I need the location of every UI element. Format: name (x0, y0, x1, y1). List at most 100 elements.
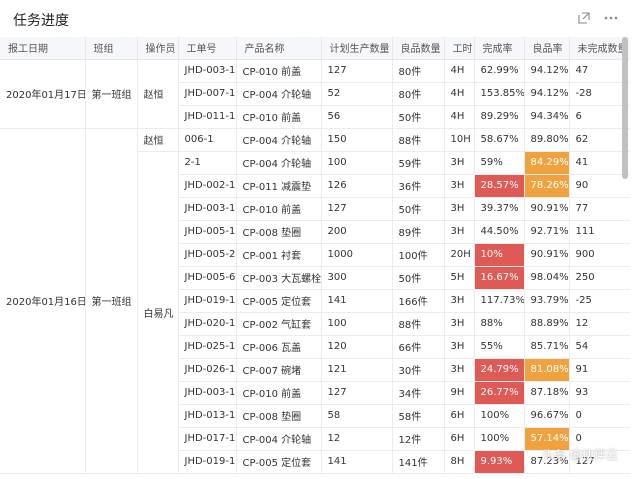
cell-product-name: CP-010 前盖 (236, 381, 322, 405)
cell-operator: 白易凡 (137, 151, 179, 474)
cell-hours: 8H (444, 450, 475, 474)
more-icon[interactable] (602, 9, 620, 27)
cell-hours: 6H (444, 427, 475, 451)
cell-product-name: CP-010 前盖 (236, 197, 322, 221)
cell-product-name: CP-004 介轮轴 (236, 128, 322, 152)
cell-completion-rate: 10% (474, 243, 525, 267)
cell-product-name: CP-010 前盖 (236, 105, 322, 129)
cell-remaining-qty: 93 (569, 381, 630, 405)
column-header-operator[interactable]: 操作员 (137, 37, 179, 60)
column-header-remaining-qty[interactable]: 未完成数量 (569, 37, 630, 60)
cell-hours: 4H (444, 105, 475, 129)
cell-hours: 3H (444, 312, 475, 336)
cell-operator: 赵恒 (137, 59, 179, 129)
cell-order-no: JHD-017-1 (178, 427, 237, 451)
cell-good-qty: 50件 (392, 197, 445, 221)
task-table-container: 报工日期 班组 操作员 工单号 产品名称 计划生产数量 良品数量 工时 完成率 … (0, 37, 630, 479)
cell-completion-rate: 100% (474, 404, 525, 428)
cell-quality-rate: 85.71% (524, 335, 570, 359)
cell-order-no: JHD-005-1 (178, 220, 237, 244)
cell-good-qty: 141件 (392, 450, 445, 474)
cell-remaining-qty: 47 (569, 59, 630, 83)
cell-remaining-qty: 54 (569, 335, 630, 359)
cell-operator: 赵恒 (137, 128, 179, 152)
watermark-text: 头条 @伙伴云 (542, 448, 618, 462)
cell-good-qty: 50件 (392, 266, 445, 290)
cell-quality-rate: 90.91% (524, 243, 570, 267)
cell-quality-rate: 78.26% (524, 174, 570, 198)
table-row[interactable]: 2020年01月16日 第一班组 赵恒 006-1 CP-004 介轮轴 150 88件 10… (0, 128, 630, 474)
cell-completion-rate: 58.67% (474, 128, 525, 152)
cell-good-qty: 50件 (392, 105, 445, 129)
cell-completion-rate: 62.99% (474, 59, 525, 83)
cell-remaining-qty: -28 (569, 82, 630, 106)
cell-good-qty: 58件 (392, 404, 445, 428)
column-header-planned-qty[interactable]: 计划生产数量 (321, 37, 393, 60)
cell-order-no: JHD-003-1 (178, 197, 237, 221)
cell-planned-qty: 100 (321, 312, 393, 336)
cell-product-name: CP-001 衬套 (236, 243, 322, 267)
column-header-order-no[interactable]: 工单号 (178, 37, 237, 60)
column-header-completion-rate[interactable]: 完成率 (474, 37, 525, 60)
cell-date: 2020年01月17日 (0, 59, 86, 129)
cell-completion-rate: 59% (474, 151, 525, 175)
cell-remaining-qty: 900 (569, 243, 630, 267)
column-header-quality-rate[interactable]: 良品率 (524, 37, 570, 60)
task-table: 报工日期 班组 操作员 工单号 产品名称 计划生产数量 良品数量 工时 完成率 … (0, 37, 630, 474)
vertical-scrollbar[interactable] (622, 37, 628, 179)
cell-quality-rate: 94.12% (524, 82, 570, 106)
column-header-team[interactable]: 班组 (85, 37, 138, 60)
cell-completion-rate: 55% (474, 335, 525, 359)
cell-planned-qty: 300 (321, 266, 393, 290)
cell-good-qty: 59件 (392, 151, 445, 175)
cell-order-no: JHD-013-1 (178, 404, 237, 428)
cell-hours: 3H (444, 335, 475, 359)
cell-remaining-qty: 91 (569, 358, 630, 382)
column-header-hours[interactable]: 工时 (444, 37, 475, 60)
cell-remaining-qty: 62 (569, 128, 630, 152)
cell-completion-rate: 89.29% (474, 105, 525, 129)
cell-hours: 6H (444, 404, 475, 428)
cell-remaining-qty: 250 (569, 266, 630, 290)
cell-product-name: CP-010 前盖 (236, 59, 322, 83)
cell-product-name: CP-003 大瓦螺栓 (236, 266, 322, 290)
cell-hours: 4H (444, 59, 475, 83)
cell-product-name: CP-004 介轮轴 (236, 82, 322, 106)
cell-good-qty: 89件 (392, 220, 445, 244)
cell-planned-qty: 200 (321, 220, 393, 244)
cell-quality-rate: 96.67% (524, 404, 570, 428)
cell-hours: 3H (444, 220, 475, 244)
cell-remaining-qty: 77 (569, 197, 630, 221)
cell-hours: 3H (444, 151, 475, 175)
task-progress-panel: 任务进度 报工日期 班组 操作员 工单号 产品名称 计划生产数量 良品数量 工时… (0, 0, 640, 479)
cell-good-qty: 88件 (392, 312, 445, 336)
cell-hours: 3H (444, 289, 475, 313)
cell-planned-qty: 12 (321, 427, 393, 451)
cell-order-no: JHD-002-1 (178, 174, 237, 198)
cell-planned-qty: 127 (321, 197, 393, 221)
column-header-date[interactable]: 报工日期 (0, 37, 86, 60)
cell-quality-rate: 88.89% (524, 312, 570, 336)
column-header-good-qty[interactable]: 良品数量 (392, 37, 445, 60)
cell-hours: 5H (444, 266, 475, 290)
cell-good-qty: 88件 (392, 128, 445, 152)
cell-date: 2020年01月16日 (0, 128, 86, 474)
cell-good-qty: 166件 (392, 289, 445, 313)
cell-good-qty: 34件 (392, 381, 445, 405)
table-row[interactable]: 2020年01月17日 第一班组 赵恒 JHD-003-1 CP-010 前盖 127 80… (0, 59, 630, 129)
cell-quality-rate: 98.04% (524, 266, 570, 290)
cell-remaining-qty: 6 (569, 105, 630, 129)
cell-quality-rate: 89.80% (524, 128, 570, 152)
cell-planned-qty: 150 (321, 128, 393, 152)
cell-quality-rate: 90.91% (524, 197, 570, 221)
cell-good-qty: 36件 (392, 174, 445, 198)
cell-order-no: JHD-007-1 (178, 82, 237, 106)
cell-remaining-qty: -25 (569, 289, 630, 313)
cell-completion-rate: 24.79% (474, 358, 525, 382)
cell-remaining-qty: 111 (569, 220, 630, 244)
table-header-row: 报工日期 班组 操作员 工单号 产品名称 计划生产数量 良品数量 工时 完成率 … (0, 37, 630, 60)
cell-planned-qty: 141 (321, 289, 393, 313)
column-header-product[interactable]: 产品名称 (236, 37, 322, 60)
expand-icon[interactable] (575, 9, 593, 27)
cell-product-name: CP-004 介轮轴 (236, 427, 322, 451)
